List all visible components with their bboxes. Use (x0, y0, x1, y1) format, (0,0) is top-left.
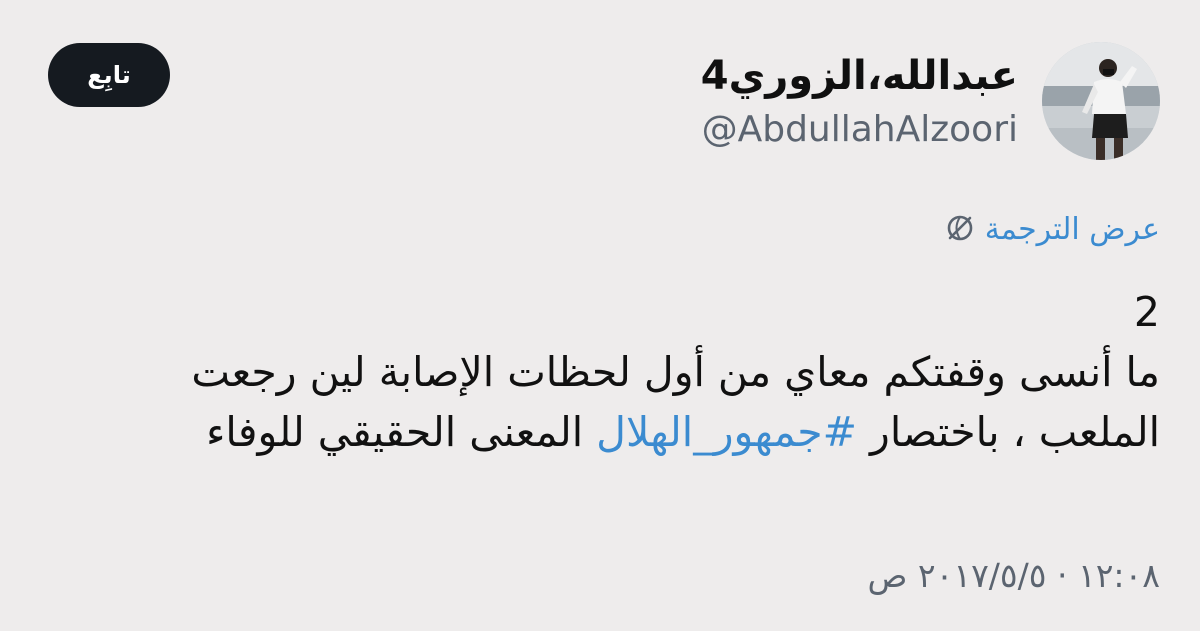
display-name[interactable]: عبدالله،الزوري4 (701, 52, 1018, 100)
tweet-card: عبدالله،الزوري4 @AbdullahAlzoori تابِع ع… (0, 0, 1200, 631)
tweet-timestamp[interactable]: ١٢:٠٨ · ٢٠١٧/٥/٥ ص (868, 556, 1161, 595)
globe-slash-icon (945, 213, 975, 247)
profile-photo (1042, 42, 1160, 160)
tweet-line-2: الملعب ، باختصار #جمهور_الهلال المعنى ال… (40, 402, 1160, 462)
tweet-number: 2 (1133, 288, 1160, 336)
tweet-line-1: ما أنسى وقفتكم معاي من أول لحظات الإصابة… (191, 348, 1160, 396)
tweet-line-2-start: الملعب ، باختصار (870, 408, 1160, 456)
translate-link[interactable]: عرض الترجمة (945, 212, 1160, 247)
translate-label[interactable]: عرض الترجمة (985, 212, 1160, 247)
tweet-text: 2 ما أنسى وقفتكم معاي من أول لحظات الإصا… (40, 282, 1160, 462)
follow-button[interactable]: تابِع (48, 43, 170, 107)
hashtag-link[interactable]: #جمهور_الهلال (596, 408, 857, 456)
user-info[interactable]: عبدالله،الزوري4 @AbdullahAlzoori (701, 52, 1018, 154)
user-handle[interactable]: @AbdullahAlzoori (701, 106, 1018, 154)
tweet-line-2-end: المعنى الحقيقي للوفاء (206, 408, 584, 456)
avatar[interactable] (1042, 42, 1160, 160)
